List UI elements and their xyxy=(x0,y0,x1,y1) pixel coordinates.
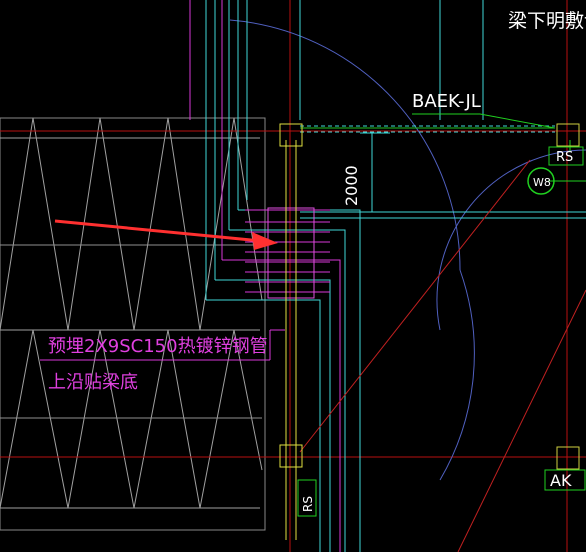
annotation-arrow xyxy=(54,219,278,250)
red-diagonals xyxy=(299,159,586,552)
cad-viewport[interactable]: RS W8 AK RS 梁下明敷设 BAEK-JL 2000 预埋2X9SC15… xyxy=(0,0,586,552)
column-yellow xyxy=(285,140,297,540)
tag-circle-text: W8 xyxy=(533,176,551,189)
tag-ak-text: AK xyxy=(550,471,572,490)
dimension-2000 xyxy=(360,132,390,213)
cyan-pipes xyxy=(205,0,586,552)
tag-rs-top-text: RS xyxy=(556,150,573,165)
cad-drawing[interactable]: RS W8 AK RS 梁下明敷设 BAEK-JL 2000 预埋2X9SC15… xyxy=(0,0,586,552)
tag-ak: AK xyxy=(544,469,586,491)
tag-rs-bottom-text: RS xyxy=(301,496,315,512)
label-baek: BAEK-JL xyxy=(412,91,481,112)
note-line-2: 上沿贴梁底 xyxy=(48,372,138,393)
note-line-1: 预埋2X9SC150热镀锌钢管 xyxy=(48,336,268,357)
arcs xyxy=(229,19,586,481)
tag-rs-top: RS xyxy=(548,146,584,166)
tag-rs-bottom: RS xyxy=(297,479,317,517)
title-fragment: 梁下明敷设 xyxy=(508,10,586,32)
hatched-region xyxy=(0,117,266,531)
tag-circle: W8 xyxy=(527,167,555,195)
dimension-2000-text: 2000 xyxy=(342,165,361,206)
